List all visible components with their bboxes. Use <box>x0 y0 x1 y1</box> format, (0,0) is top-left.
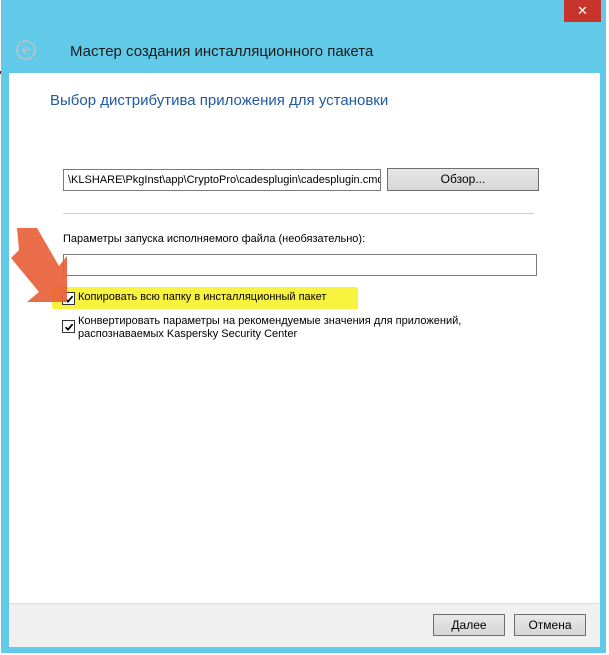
section-divider <box>63 213 534 214</box>
launch-params-label: Параметры запуска исполняемого файла (не… <box>63 233 366 245</box>
cancel-button[interactable]: Отмена <box>514 614 586 636</box>
window-title: Мастер создания инсталляционного пакета <box>70 43 374 60</box>
convert-params-checkbox[interactable] <box>62 320 75 333</box>
close-icon: ✕ <box>577 3 588 19</box>
back-button[interactable] <box>16 40 36 60</box>
arrow-pointer-icon <box>11 228 67 302</box>
checkmark-icon <box>64 323 73 331</box>
page-heading: Выбор дистрибутива приложения для устано… <box>50 92 389 109</box>
next-button[interactable]: Далее <box>433 614 505 636</box>
browse-button[interactable]: Обзор... <box>387 168 539 191</box>
wizard-content: Выбор дистрибутива приложения для устано… <box>9 73 600 647</box>
wizard-footer: Далее Отмена <box>9 603 600 647</box>
copy-folder-label[interactable]: Копировать всю папку в инсталляционный п… <box>78 291 326 303</box>
wizard-window: ✕ Мастер создания инсталляционного пакет… <box>1 0 606 653</box>
back-arrow-icon <box>21 45 31 55</box>
close-button[interactable]: ✕ <box>564 0 601 22</box>
launch-params-input[interactable] <box>63 254 537 276</box>
convert-params-label[interactable]: Конвертировать параметры на рекомендуемы… <box>78 315 498 341</box>
distribution-path-input[interactable]: \KLSHARE\PkgInst\app\CryptoPro\cadesplug… <box>63 169 381 191</box>
